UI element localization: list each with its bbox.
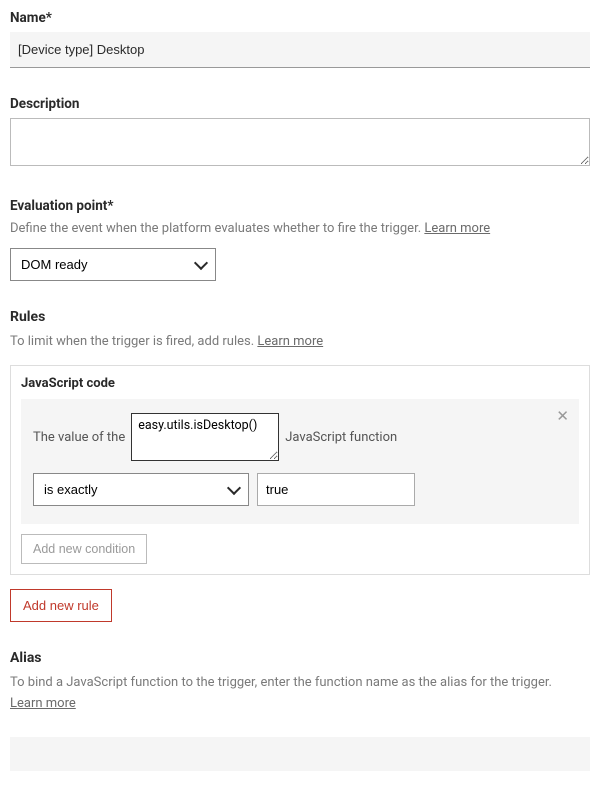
description-label: Description xyxy=(10,96,590,112)
js-code-input[interactable] xyxy=(131,413,279,461)
description-field: Description xyxy=(10,96,590,170)
close-icon[interactable]: ✕ xyxy=(556,409,569,424)
rules-panel: JavaScript code ✕ The value of the JavaS… xyxy=(10,365,590,575)
rule-condition-row: is exactly xyxy=(33,473,567,506)
rules-section: Rules To limit when the trigger is fired… xyxy=(10,309,590,622)
evaluation-learn-more-link[interactable]: Learn more xyxy=(424,221,490,236)
rules-learn-more-link[interactable]: Learn more xyxy=(257,334,323,349)
evaluation-select-wrap: DOM ready xyxy=(10,248,216,281)
description-textarea[interactable] xyxy=(10,118,590,166)
sentence-pre: The value of the xyxy=(33,430,125,445)
name-label: Name* xyxy=(10,10,590,26)
rules-panel-title: JavaScript code xyxy=(21,376,579,391)
add-rule-button[interactable]: Add new rule xyxy=(10,589,112,622)
name-input[interactable] xyxy=(10,32,590,68)
name-field: Name* xyxy=(10,10,590,68)
alias-input[interactable] xyxy=(10,737,590,771)
alias-learn-more-link[interactable]: Learn more xyxy=(10,696,76,711)
rules-label: Rules xyxy=(10,309,590,325)
evaluation-hint: Define the event when the platform evalu… xyxy=(10,220,590,238)
rule-sentence-row: The value of the JavaScript function xyxy=(33,413,567,461)
sentence-post: JavaScript function xyxy=(285,430,397,445)
rules-hint-text: To limit when the trigger is fired, add … xyxy=(10,334,257,349)
alias-hint: To bind a JavaScript function to the tri… xyxy=(10,674,590,692)
evaluation-hint-text: Define the event when the platform evalu… xyxy=(10,221,424,236)
evaluation-select[interactable]: DOM ready xyxy=(10,248,216,281)
operator-select[interactable]: is exactly xyxy=(33,473,249,506)
evaluation-label: Evaluation point* xyxy=(10,198,590,214)
evaluation-field: Evaluation point* Define the event when … xyxy=(10,198,590,281)
rules-hint: To limit when the trigger is fired, add … xyxy=(10,333,590,351)
alias-section: Alias To bind a JavaScript function to t… xyxy=(10,650,590,770)
add-condition-button[interactable]: Add new condition xyxy=(21,534,147,564)
alias-learn-more-wrap: Learn more xyxy=(10,695,590,713)
rule-block: ✕ The value of the JavaScript function i… xyxy=(21,399,579,524)
compare-value-input[interactable] xyxy=(257,473,415,506)
operator-select-wrap: is exactly xyxy=(33,473,249,506)
alias-label: Alias xyxy=(10,650,590,666)
